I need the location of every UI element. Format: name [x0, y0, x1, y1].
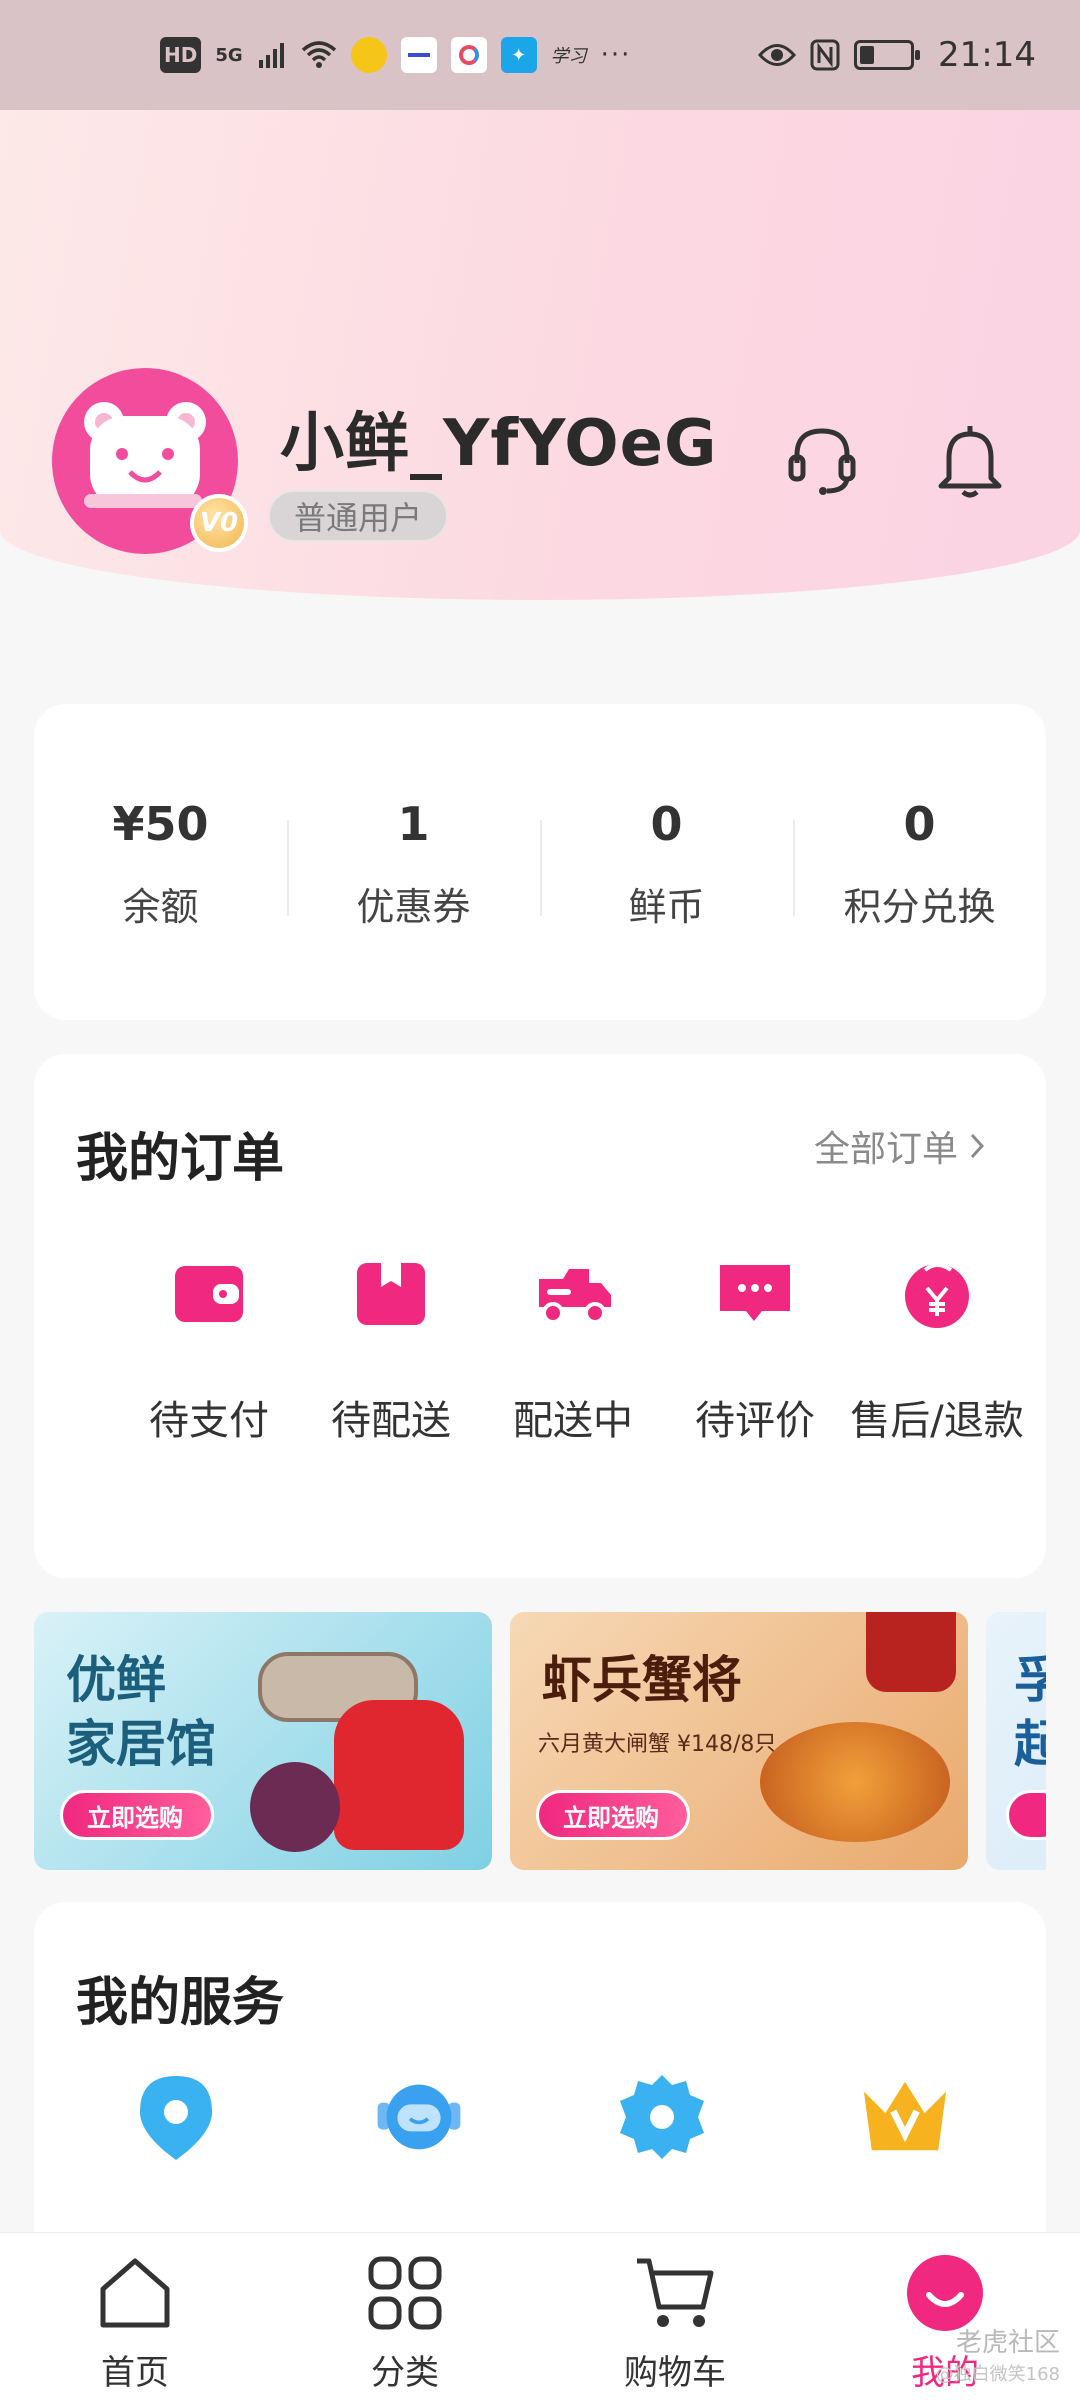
stat-value: 0 [903, 796, 936, 851]
more-icon: ··· [600, 40, 632, 70]
service-help[interactable] [319, 2072, 519, 2162]
order-pending-payment[interactable]: 待支付 [118, 1254, 300, 1446]
stat-value: ¥50 [112, 796, 209, 851]
user-level-badge: 普通用户 [268, 490, 449, 542]
services-title: 我的服务 [76, 1973, 285, 2033]
stat-coins[interactable]: 0 鲜币 [540, 794, 793, 931]
support-robot-icon [374, 2072, 464, 2162]
service-settings[interactable] [562, 2072, 762, 2162]
services-row [34, 2072, 1046, 2162]
app-notify-icon [450, 37, 487, 73]
signal-icon [258, 43, 284, 68]
nav-label: 分类 [371, 2353, 439, 2393]
nav-cart[interactable]: 购物车 [540, 2233, 810, 2400]
stat-balance[interactable]: ¥50 余额 [34, 794, 287, 931]
status-right: 21:14 [758, 35, 1036, 75]
nav-home[interactable]: 首页 [0, 2233, 270, 2400]
category-icon [363, 2251, 447, 2335]
notification-button[interactable] [930, 420, 1010, 500]
package-icon [351, 1254, 431, 1334]
bell-icon [938, 426, 1002, 498]
customer-service-button[interactable] [782, 420, 862, 500]
wallet-icon [169, 1254, 249, 1334]
stat-points[interactable]: 0 积分兑换 [793, 794, 1046, 931]
watermark: 老虎社区 [955, 2328, 1060, 2358]
home-icon [93, 2251, 177, 2335]
promo-banner-home[interactable]: 优鲜 家居馆 立即选购 [34, 1612, 492, 1870]
banner-title: 孚 起 [1014, 1648, 1046, 1776]
hd-indicator: HD [160, 37, 202, 73]
nav-label: 购物车 [624, 2353, 726, 2393]
hair-dryer-image [250, 1762, 340, 1852]
promo-banner-partial[interactable]: 孚 起 [986, 1612, 1046, 1870]
vip-crown-icon [860, 2072, 950, 2162]
clock: 21:14 [938, 35, 1036, 75]
order-label: 配送中 [513, 1398, 633, 1444]
stat-label: 优惠券 [356, 884, 471, 929]
nav-category[interactable]: 分类 [270, 2233, 540, 2400]
promo-carousel[interactable]: 优鲜 家居馆 立即选购 虾兵蟹将 六月黄大闸蟹 ¥148/8只 立即选购 孚 起 [34, 1612, 1046, 1870]
order-after-sales[interactable]: 售后/退款 [846, 1254, 1028, 1446]
nfc-icon [810, 39, 840, 71]
location-pin-icon [131, 2072, 221, 2162]
nav-label: 首页 [101, 2353, 169, 2393]
promo-banner-crab[interactable]: 虾兵蟹将 六月黄大闸蟹 ¥148/8只 立即选购 [510, 1612, 968, 1870]
stat-label: 余额 [122, 884, 199, 929]
settings-gear-icon [617, 2072, 707, 2162]
crab-image [760, 1722, 950, 1842]
all-orders-label: 全部订单 [813, 1129, 958, 1170]
shop-now-button[interactable]: 立即选购 [60, 1790, 214, 1840]
banner-subtitle: 六月黄大闸蟹 ¥148/8只 [538, 1732, 777, 1757]
username: 小鲜_YfYOeG [280, 407, 718, 481]
headset-icon [788, 428, 856, 495]
comment-icon [715, 1254, 795, 1334]
banner-title-line: 家居馆 [66, 1715, 216, 1773]
app-notify-icon [350, 37, 387, 73]
shop-now-button[interactable] [1006, 1790, 1046, 1840]
stat-coupons[interactable]: 1 优惠券 [287, 794, 540, 931]
stat-label: 鲜币 [628, 884, 705, 929]
truck-icon [533, 1254, 613, 1334]
watermark-sub: @独白微笑168 [935, 2364, 1060, 2385]
order-pending-review[interactable]: 待评价 [664, 1254, 846, 1446]
battery-icon [854, 40, 921, 70]
wifi-icon [301, 41, 336, 68]
lightbulb-icon: ✦ [500, 37, 537, 73]
orders-title: 我的订单 [76, 1129, 285, 1189]
order-label: 待配送 [331, 1398, 451, 1444]
crab-box-image [866, 1612, 956, 1692]
banner-title: 优鲜 家居馆 [66, 1648, 216, 1776]
banner-title: 虾兵蟹将 [542, 1651, 742, 1709]
chevron-right-icon [970, 1133, 985, 1159]
order-label: 售后/退款 [850, 1398, 1024, 1444]
banner-title-line: 起 [1014, 1715, 1046, 1773]
stat-label: 积分兑换 [843, 884, 996, 929]
status-left: HD 5G ✦ 学习 ··· [160, 37, 631, 73]
order-label: 待支付 [149, 1398, 269, 1444]
stat-value: 0 [650, 796, 683, 851]
assets-card: ¥50 余额 1 优惠券 0 鲜币 0 积分兑换 [34, 704, 1046, 1020]
app-notify-label: 学习 [550, 46, 587, 67]
vip-level-badge: V0 [190, 494, 248, 552]
all-orders-link[interactable]: 全部订单 [814, 1120, 986, 1172]
banner-title-line: 优鲜 [66, 1651, 166, 1709]
shop-now-button[interactable]: 立即选购 [536, 1790, 690, 1840]
stat-value: 1 [397, 796, 430, 851]
cart-icon [633, 2251, 717, 2335]
order-status-row: 待支付 待配送 配送中 待评价 售后/退款 [34, 1254, 1046, 1446]
order-label: 待评价 [695, 1398, 815, 1444]
eye-icon [758, 44, 797, 66]
bottom-navigation: 首页 分类 购物车 我的 [0, 2232, 1080, 2400]
order-pending-delivery[interactable]: 待配送 [300, 1254, 482, 1446]
service-vip[interactable] [805, 2072, 1005, 2162]
banner-title-line: 孚 [1014, 1651, 1046, 1709]
status-bar: HD 5G ✦ 学习 ··· 21:14 [0, 0, 1080, 110]
5g-indicator: 5G [215, 44, 243, 66]
detergent-image [334, 1700, 464, 1850]
refund-icon [897, 1254, 977, 1334]
service-address[interactable] [76, 2072, 276, 2162]
app-notify-icon [400, 37, 437, 73]
order-in-delivery[interactable]: 配送中 [482, 1254, 664, 1446]
orders-card: 我的订单 全部订单 待支付 待配送 配送中 待评价 售后/退款 [34, 1054, 1046, 1578]
